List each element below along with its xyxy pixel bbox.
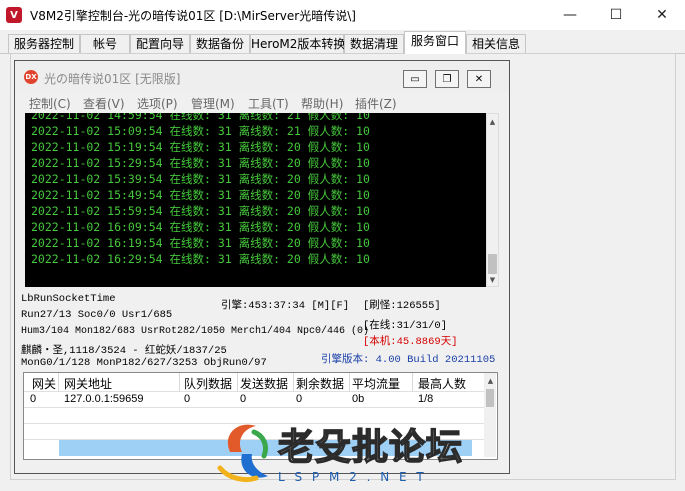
inner-minimize-button[interactable]: ▭ [403,70,427,88]
row-gridline [24,391,484,392]
column-divider[interactable] [412,373,413,391]
window-title: V8M2引擎控制台-光の暗传说01区 [D:\MirServer光暗传说\] [30,9,356,23]
menu-manage[interactable]: 管理(M) [191,95,235,112]
tab-config-wizard[interactable]: 配置向导 [130,34,190,53]
tab-server-control[interactable]: 服务器控制 [8,34,80,53]
hum-stats: Hum3/104 Mon182/683 UsrRot282/1050 Merch… [21,326,370,337]
tab-account[interactable]: 帐号 [80,34,130,53]
server-menubar: 控制(C) 查看(V) 选项(P) 管理(M) 工具(T) 帮助(H) 插件(Z… [15,92,509,112]
log-console[interactable]: 2022-11-02 14:59:54 在线数: 31 离线数: 21 假人数:… [25,113,486,287]
cell-send-data: 0 [240,393,247,405]
log-scrollbar[interactable]: ▲ ▼ [486,113,499,287]
column-header[interactable]: 网关地址 [64,375,112,392]
watermark: 老殳批论坛 L S P M 2 . N E T [208,412,478,488]
watermark-text: 老殳批论坛 [277,426,464,469]
menu-view[interactable]: 查看(V) [83,95,125,112]
log-line: 2022-11-02 16:09:54 在线数: 31 离线数: 20 假人数:… [31,220,370,234]
cell-avg-traffic: 0b [352,393,365,405]
server-window-titlebar: DX 光の暗传说01区 [无限版] ▭ ❐ ✕ [15,61,509,91]
column-header[interactable]: 剩余数据 [296,375,344,392]
watermark-subtext: L S P M 2 . N E T [278,470,427,484]
log-scroll-thumb[interactable] [488,254,497,274]
gateway-table-header: 网关 网关地址 队列数据 发送数据 剩余数据 平均流量 最高人数 [24,373,484,391]
tab-herom2-convert[interactable]: HeroM2版本转换 [250,34,345,53]
window-titlebar: V V8M2引擎控制台-光の暗传说01区 [D:\MirServer光暗传说\]… [0,0,685,30]
column-divider[interactable] [237,373,238,391]
log-line: 2022-11-02 15:29:54 在线数: 31 离线数: 20 假人数:… [31,156,370,170]
row-gridline [24,407,484,408]
main-tab-strip: 服务器控制 帐号 配置向导 数据备份 HeroM2版本转换 数据清理 服务窗口 … [0,31,685,54]
cell-gateway-address: 127.0.0.1:59659 [64,393,144,405]
maximize-button[interactable]: ☐ [593,0,639,30]
menu-tools[interactable]: 工具(T) [248,95,289,112]
column-header[interactable]: 队列数据 [184,375,232,392]
minimize-button[interactable]: — [547,0,593,30]
column-header[interactable]: 最高人数 [418,375,466,392]
tab-service-window[interactable]: 服务窗口 [404,31,466,54]
log-line: 2022-11-02 15:09:54 在线数: 31 离线数: 21 假人数:… [31,124,370,138]
column-header[interactable]: 发送数据 [240,375,288,392]
column-header[interactable]: 平均流量 [352,375,400,392]
column-header[interactable]: 网关 [32,375,56,392]
online-count: [在线:31/31/0] [363,320,448,332]
server-window-title: 光の暗传说01区 [无限版] [44,72,181,86]
gateway-scrollbar[interactable]: ▲ [484,373,496,457]
log-line: 2022-11-02 15:19:54 在线数: 31 离线数: 20 假人数:… [31,140,370,154]
close-button[interactable]: ✕ [639,0,685,30]
cell-queue-data: 0 [184,393,191,405]
column-divider[interactable] [179,373,180,391]
column-divider[interactable] [58,373,59,391]
log-line: 2022-11-02 15:59:54 在线数: 31 离线数: 20 假人数:… [31,204,370,218]
refresh-monster-count: [刷怪:126555] [363,300,441,312]
gateway-scroll-thumb[interactable] [486,389,494,407]
log-line: 2022-11-02 15:39:54 在线数: 31 离线数: 20 假人数:… [31,172,370,186]
menu-help[interactable]: 帮助(H) [301,95,343,112]
scroll-up-arrow-icon[interactable]: ▲ [485,375,496,387]
cell-max-players: 1/8 [418,393,434,405]
log-line: 2022-11-02 16:19:54 在线数: 31 离线数: 20 假人数:… [31,236,370,250]
column-divider[interactable] [349,373,350,391]
engine-version: 引擎版本: 4.00 Build 20211105 [321,354,496,366]
menu-options[interactable]: 选项(P) [137,95,178,112]
server-app-icon: DX [24,70,38,84]
inner-restore-button[interactable]: ❐ [435,70,459,88]
scroll-down-arrow-icon[interactable]: ▼ [487,274,498,286]
log-line: 2022-11-02 15:49:54 在线数: 31 离线数: 20 假人数:… [31,188,370,202]
tab-related-info[interactable]: 相关信息 [466,34,526,53]
cell-remaining-data: 0 [296,393,303,405]
local-uptime: [本机:45.8869天] [363,336,458,348]
tab-data-backup[interactable]: 数据备份 [190,34,250,53]
tab-data-cleanup[interactable]: 数据清理 [344,34,404,53]
engine-uptime: 引擎:453:37:34 [M][F] [221,300,350,312]
column-divider[interactable] [293,373,294,391]
inner-close-button[interactable]: ✕ [467,70,491,88]
app-logo-icon: V [6,7,22,23]
log-line: 2022-11-02 16:29:54 在线数: 31 离线数: 20 假人数:… [31,252,370,266]
run-stats: Run27/13 Soc0/0 Usr1/685 [21,309,173,321]
cell-gateway-id: 0 [30,393,37,405]
log-line: 2022-11-02 14:59:54 在线数: 31 离线数: 21 假人数:… [31,113,370,122]
mongo-stats: MonG0/1/128 MonP182/627/3253 ObjRun0/97 [21,357,267,369]
scroll-up-arrow-icon[interactable]: ▲ [487,116,498,128]
menu-plugins[interactable]: 插件(Z) [355,95,397,112]
menu-control[interactable]: 控制(C) [29,95,71,112]
socket-time-label: LbRunSocketTime [21,293,116,305]
monster-stats: 麒麟・圣,1118/3524 - 红蛇妖/1837/25 [21,345,227,357]
